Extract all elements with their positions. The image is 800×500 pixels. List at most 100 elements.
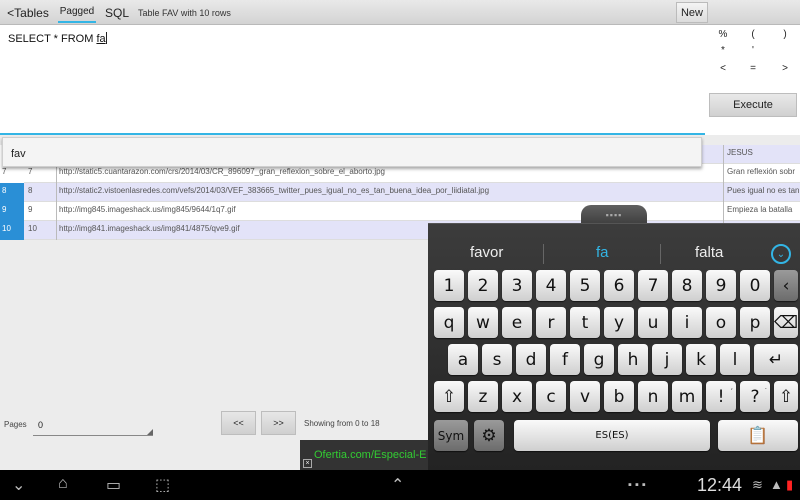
home-icon[interactable]: ⌂ bbox=[58, 475, 68, 493]
table-info-label: Table FAV with 10 rows bbox=[138, 8, 231, 18]
key-question[interactable]: ?. bbox=[740, 381, 770, 412]
key-n[interactable]: n bbox=[638, 381, 668, 412]
tab-sql[interactable]: SQL bbox=[101, 2, 133, 23]
key-3[interactable]: 3 bbox=[502, 270, 532, 301]
key-5[interactable]: 5 bbox=[570, 270, 600, 301]
notification-icon[interactable]: ▪ ▪ ▪ bbox=[628, 479, 646, 491]
key-u[interactable]: u bbox=[638, 307, 668, 338]
key-8[interactable]: 8 bbox=[672, 270, 702, 301]
next-page-button[interactable]: >> bbox=[261, 411, 296, 435]
sym-key[interactable]: Sym bbox=[434, 420, 468, 451]
key-d[interactable]: d bbox=[516, 344, 546, 375]
key-s[interactable]: s bbox=[482, 344, 512, 375]
symbol-key[interactable]: ( bbox=[747, 29, 759, 40]
space-key[interactable]: ES(ES) bbox=[514, 420, 710, 451]
description-cell: Gran reflexión sobr bbox=[723, 164, 800, 183]
suggestion-word[interactable]: falta bbox=[695, 244, 723, 261]
row-number-cell: 10 bbox=[24, 221, 57, 240]
symbol-key[interactable]: < bbox=[717, 63, 729, 74]
table-row[interactable]: 9 9 http://img845.imageshack.us/img845/9… bbox=[0, 202, 800, 221]
sql-editor[interactable]: SELECT * FROM fa bbox=[0, 25, 705, 135]
backspace-key[interactable]: ⌫ bbox=[774, 307, 798, 338]
tab-pagged[interactable]: Pagged bbox=[58, 2, 96, 23]
suggestion-bar: favor fa falta ⌄ bbox=[428, 232, 800, 272]
key-b[interactable]: b bbox=[604, 381, 634, 412]
key-1[interactable]: 1 bbox=[434, 270, 464, 301]
key-m[interactable]: m bbox=[672, 381, 702, 412]
shift-key-right[interactable]: ⇧ bbox=[774, 381, 798, 412]
key-r[interactable]: r bbox=[536, 307, 566, 338]
settings-key[interactable]: ⚙ bbox=[474, 420, 504, 451]
settings-key[interactable]: ‹ bbox=[774, 270, 798, 301]
key-a[interactable]: a bbox=[448, 344, 478, 375]
recent-apps-icon[interactable]: ▭ bbox=[106, 475, 121, 495]
key-4[interactable]: 4 bbox=[536, 270, 566, 301]
key-c[interactable]: c bbox=[536, 381, 566, 412]
key-f[interactable]: f bbox=[550, 344, 580, 375]
description-cell: Empieza la batalla bbox=[723, 202, 800, 221]
chevron-down-icon[interactable]: ⌄ bbox=[771, 244, 791, 264]
divider bbox=[660, 244, 661, 264]
row-id-cell: 9 bbox=[0, 202, 24, 221]
url-cell: http://static2.vistoenlasredes.com/vefs/… bbox=[59, 186, 490, 195]
symbol-key[interactable]: % bbox=[717, 29, 729, 40]
key-x[interactable]: x bbox=[502, 381, 532, 412]
key-6[interactable]: 6 bbox=[604, 270, 634, 301]
key-y[interactable]: y bbox=[604, 307, 634, 338]
symbol-key[interactable]: = bbox=[747, 63, 759, 74]
key-l[interactable]: l bbox=[720, 344, 750, 375]
pages-select[interactable]: 0 bbox=[33, 412, 153, 436]
new-button[interactable]: New bbox=[676, 2, 708, 23]
top-toolbar: <Tables Pagged SQL Table FAV with 10 row… bbox=[0, 0, 800, 25]
symbol-key[interactable]: > bbox=[779, 63, 791, 74]
wifi-icon: ≋ bbox=[752, 477, 763, 492]
key-t[interactable]: t bbox=[570, 307, 600, 338]
key-o[interactable]: o bbox=[706, 307, 736, 338]
key-j[interactable]: j bbox=[652, 344, 682, 375]
clock: 12:44 bbox=[697, 475, 743, 495]
hide-keyboard-icon[interactable]: ⌃ bbox=[391, 475, 404, 495]
tables-button[interactable]: <Tables bbox=[2, 2, 54, 23]
execute-button[interactable]: Execute bbox=[709, 93, 797, 117]
enter-icon: ↵ bbox=[768, 349, 784, 370]
symbol-key[interactable]: * bbox=[717, 45, 729, 56]
key-k[interactable]: k bbox=[686, 344, 716, 375]
shift-key[interactable]: ⇧ bbox=[434, 381, 464, 412]
key-p[interactable]: p bbox=[740, 307, 770, 338]
key-7[interactable]: 7 bbox=[638, 270, 668, 301]
key-2[interactable]: 2 bbox=[468, 270, 498, 301]
key-w[interactable]: w bbox=[468, 307, 498, 338]
text-caret bbox=[105, 32, 107, 44]
close-ad-icon[interactable]: × bbox=[303, 459, 312, 468]
ad-text: Ofertia.com/Especial-E bbox=[314, 449, 427, 461]
previous-page-button[interactable]: << bbox=[221, 411, 256, 435]
keyboard-drag-handle[interactable]: ▪▪▪▪ bbox=[581, 205, 647, 224]
key-h[interactable]: h bbox=[618, 344, 648, 375]
sql-prefix: SELECT * FROM bbox=[8, 33, 97, 45]
settings-icon: ⚙ bbox=[481, 425, 497, 446]
screenshot-icon[interactable]: ⬚ bbox=[155, 475, 170, 495]
key-v[interactable]: v bbox=[570, 381, 600, 412]
suggestion-word[interactable]: fa bbox=[596, 244, 609, 261]
key-e[interactable]: e bbox=[502, 307, 532, 338]
url-cell: http://img841.imageshack.us/img841/4875/… bbox=[59, 224, 240, 233]
autocomplete-item[interactable]: fav bbox=[2, 137, 702, 167]
enter-key[interactable]: ↵ bbox=[754, 344, 798, 375]
key-i[interactable]: i bbox=[672, 307, 702, 338]
shift-icon: ⇧ bbox=[441, 386, 457, 407]
key-9[interactable]: 9 bbox=[706, 270, 736, 301]
symbol-key[interactable]: ' bbox=[747, 45, 759, 56]
description-cell: Pues igual no es tan bbox=[723, 183, 800, 202]
suggestion-word[interactable]: favor bbox=[470, 244, 503, 261]
key-q[interactable]: q bbox=[434, 307, 464, 338]
clipboard-key[interactable]: 📋 bbox=[718, 420, 798, 451]
key-g[interactable]: g bbox=[584, 344, 614, 375]
key-z[interactable]: z bbox=[468, 381, 498, 412]
url-cell: http://img845.imageshack.us/img845/9644/… bbox=[59, 205, 236, 214]
symbol-key[interactable]: ) bbox=[779, 29, 791, 40]
table-row[interactable]: 8 8 http://static2.vistoenlasredes.com/v… bbox=[0, 183, 800, 202]
back-icon[interactable]: ⌄ bbox=[12, 475, 25, 495]
key-period-hint: . bbox=[764, 383, 767, 391]
key-exclamation[interactable]: !, bbox=[706, 381, 736, 412]
key-0[interactable]: 0 bbox=[740, 270, 770, 301]
